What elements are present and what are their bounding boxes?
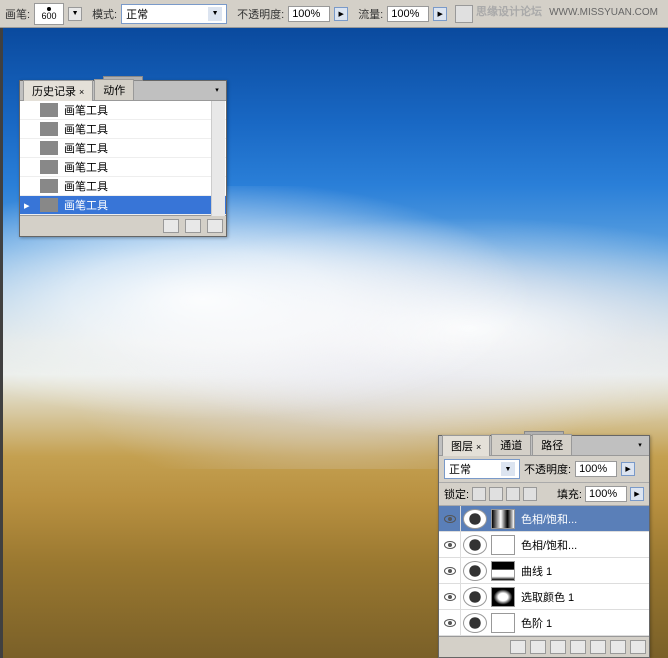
flow-label: 流量:: [358, 6, 383, 22]
layer-mask-thumb[interactable]: [491, 561, 515, 581]
lock-pixels-icon[interactable]: [489, 487, 503, 501]
lock-transparent-icon[interactable]: [472, 487, 486, 501]
history-item[interactable]: 画笔工具: [20, 177, 226, 196]
layer-mask-thumb[interactable]: [491, 613, 515, 633]
adjustment-thumb[interactable]: [463, 509, 487, 529]
opacity-arrow[interactable]: ▶: [334, 7, 348, 21]
panel-menu-icon[interactable]: ▾: [633, 438, 647, 452]
blend-mode-select[interactable]: 正常▼: [444, 459, 520, 479]
layer-item[interactable]: 色相/饱和...: [439, 532, 649, 558]
visibility-toggle[interactable]: [439, 532, 461, 557]
layer-item[interactable]: 曲线 1: [439, 558, 649, 584]
adjustment-thumb[interactable]: [463, 613, 487, 633]
eye-icon: [444, 567, 456, 575]
eye-icon: [444, 593, 456, 601]
brush-label: 画笔:: [5, 6, 30, 22]
watermark: 思缘设计论坛 WWW.MISSYUAN.COM: [476, 3, 658, 19]
fill-input[interactable]: 100%: [585, 486, 627, 502]
layers-panel: 图层× 通道 路径 ▾ 正常▼ 不透明度: 100% ▶ 锁定: 填充: 100…: [438, 435, 650, 658]
layer-opacity-input[interactable]: 100%: [575, 461, 617, 477]
layer-style-icon[interactable]: [530, 640, 546, 654]
eye-icon: [444, 515, 456, 523]
eye-icon: [444, 541, 456, 549]
opacity-label: 不透明度:: [237, 6, 284, 22]
layer-opacity-label: 不透明度:: [524, 461, 571, 477]
fill-arrow[interactable]: ▶: [630, 487, 644, 501]
delete-layer-icon[interactable]: [630, 640, 646, 654]
tab-paths[interactable]: 路径: [532, 434, 572, 455]
panel-menu-icon[interactable]: ▾: [210, 83, 224, 97]
layer-item[interactable]: 色阶 1: [439, 610, 649, 636]
lock-all-icon[interactable]: [523, 487, 537, 501]
layer-item[interactable]: 色相/饱和...: [439, 506, 649, 532]
layer-mask-thumb[interactable]: [491, 509, 515, 529]
layer-mask-icon[interactable]: [550, 640, 566, 654]
eye-icon: [444, 619, 456, 627]
flow-arrow[interactable]: ▶: [433, 7, 447, 21]
new-snapshot-icon[interactable]: [185, 219, 201, 233]
fill-label: 填充:: [557, 486, 582, 502]
history-list: 画笔工具 画笔工具 画笔工具 画笔工具 画笔工具 ▸画笔工具: [20, 101, 226, 215]
adjustment-layer-icon[interactable]: [570, 640, 586, 654]
tab-channels[interactable]: 通道: [491, 434, 531, 455]
tab-history[interactable]: 历史记录×: [23, 80, 93, 101]
tab-actions[interactable]: 动作: [94, 79, 134, 100]
opacity-input[interactable]: 100%: [288, 6, 330, 22]
visibility-toggle[interactable]: [439, 558, 461, 583]
airbrush-icon[interactable]: [455, 5, 473, 23]
adjustment-thumb[interactable]: [463, 587, 487, 607]
mode-label: 模式:: [92, 6, 117, 22]
brush-dropdown[interactable]: ▼: [68, 7, 82, 21]
visibility-toggle[interactable]: [439, 584, 461, 609]
layer-mask-thumb[interactable]: [491, 535, 515, 555]
layers-list: 色相/饱和... 色相/饱和... 曲线 1 选取颜色 1 色阶 1: [439, 506, 649, 636]
tab-layers[interactable]: 图层×: [442, 435, 490, 456]
lock-position-icon[interactable]: [506, 487, 520, 501]
mode-select[interactable]: 正常 ▼: [121, 4, 227, 24]
layer-item[interactable]: 选取颜色 1: [439, 584, 649, 610]
brush-preview[interactable]: 600: [34, 3, 64, 25]
history-panel: 历史记录× 动作 ▾ 画笔工具 画笔工具 画笔工具 画笔工具 画笔工具 ▸画笔工…: [19, 80, 227, 237]
adjustment-thumb[interactable]: [463, 535, 487, 555]
history-item[interactable]: 画笔工具: [20, 101, 226, 120]
opacity-arrow[interactable]: ▶: [621, 462, 635, 476]
history-scrollbar[interactable]: [211, 101, 225, 216]
visibility-toggle[interactable]: [439, 506, 461, 531]
snapshot-icon[interactable]: [163, 219, 179, 233]
layer-mask-thumb[interactable]: [491, 587, 515, 607]
trash-icon[interactable]: [207, 219, 223, 233]
adjustment-thumb[interactable]: [463, 561, 487, 581]
history-item[interactable]: 画笔工具: [20, 139, 226, 158]
history-item[interactable]: ▸画笔工具: [20, 196, 226, 215]
flow-input[interactable]: 100%: [387, 6, 429, 22]
visibility-toggle[interactable]: [439, 610, 461, 635]
link-layers-icon[interactable]: [510, 640, 526, 654]
history-item[interactable]: 画笔工具: [20, 158, 226, 177]
group-icon[interactable]: [590, 640, 606, 654]
new-layer-icon[interactable]: [610, 640, 626, 654]
lock-label: 锁定:: [444, 486, 469, 502]
history-item[interactable]: 画笔工具: [20, 120, 226, 139]
